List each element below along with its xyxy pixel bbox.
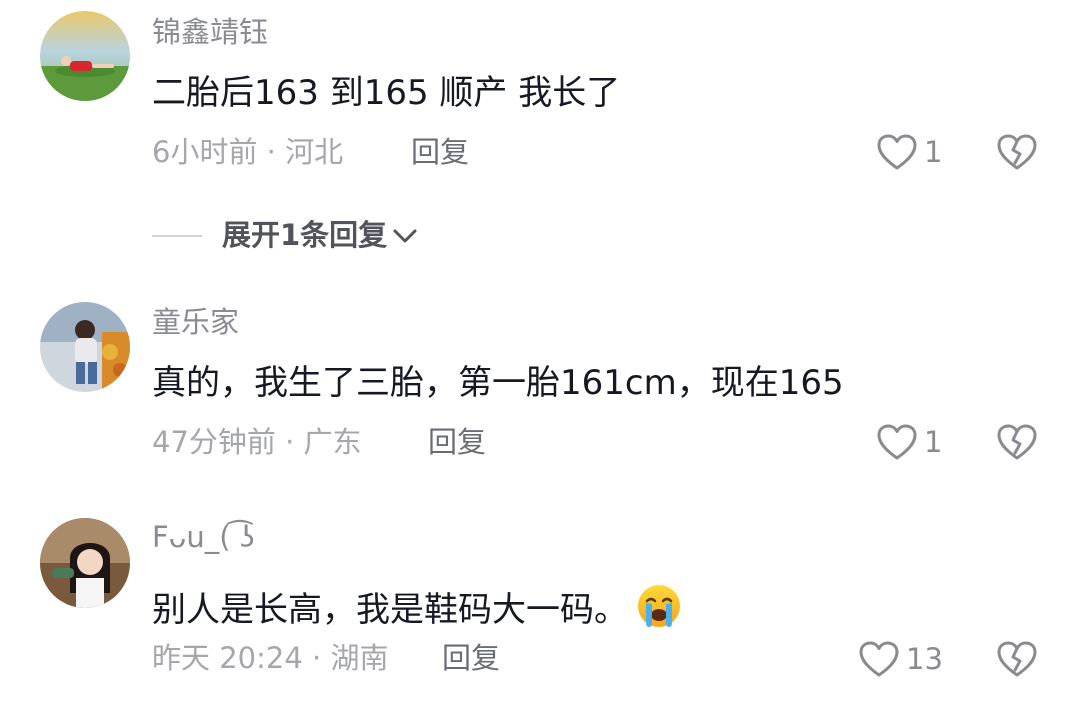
comment-item: 童乐家 真的，我生了三胎，第一胎161cm，现在165 47分钟前 · 广东 回… — [0, 290, 1080, 490]
broken-heart-icon — [997, 134, 1037, 170]
expand-replies-button[interactable]: 展开1条回复 — [152, 221, 419, 250]
reply-button[interactable]: 回复 — [411, 138, 469, 167]
username[interactable]: 童乐家 — [152, 308, 239, 337]
like-button[interactable]: 1 — [876, 133, 942, 171]
avatar[interactable] — [40, 518, 130, 608]
comment-meta: 6小时前 · 河北 — [152, 135, 344, 169]
like-button[interactable]: 13 — [858, 640, 943, 678]
comment-text: 二胎后163 到165 顺产 我长了 — [152, 73, 621, 113]
dislike-button[interactable] — [996, 640, 1038, 682]
crying-face-emoji — [636, 583, 682, 635]
dislike-button[interactable] — [996, 133, 1038, 175]
chevron-down-icon — [393, 229, 417, 242]
reply-button[interactable]: 回复 — [442, 644, 500, 673]
username[interactable]: Fᴗu_( ͡ʖ — [152, 523, 255, 552]
broken-heart-icon — [997, 641, 1037, 677]
like-count: 1 — [924, 424, 943, 459]
comment-item: Fᴗu_( ͡ʖ 别人是长高，我是鞋码大一码。 昨天 20:24 · 湖南 回复 — [0, 507, 1080, 712]
avatar[interactable] — [40, 11, 130, 101]
username[interactable]: 锦鑫靖钰 — [152, 18, 268, 47]
expand-replies-label: 展开1条回复 — [222, 218, 388, 252]
broken-heart-icon — [997, 424, 1037, 460]
comment-meta: 昨天 20:24 · 湖南 — [152, 641, 389, 675]
comment-text: 真的，我生了三胎，第一胎161cm，现在165 — [152, 363, 844, 403]
like-count: 13 — [906, 641, 943, 676]
divider-line — [152, 234, 202, 237]
dislike-button[interactable] — [996, 423, 1038, 465]
avatar[interactable] — [40, 302, 130, 392]
heart-outline-icon — [877, 134, 917, 170]
reply-button[interactable]: 回复 — [428, 428, 486, 457]
like-button[interactable]: 1 — [876, 423, 942, 461]
comment-text-body: 别人是长高，我是鞋码大一码。 — [152, 590, 628, 630]
comment-meta: 47分钟前 · 广东 — [152, 425, 362, 459]
like-count: 1 — [924, 134, 943, 169]
comment-text: 别人是长高，我是鞋码大一码。 — [152, 583, 682, 635]
heart-outline-icon — [859, 641, 899, 677]
comment-item: 锦鑫靖钰 二胎后163 到165 顺产 我长了 6小时前 · 河北 回复 1 — [0, 0, 1080, 200]
heart-outline-icon — [877, 424, 917, 460]
